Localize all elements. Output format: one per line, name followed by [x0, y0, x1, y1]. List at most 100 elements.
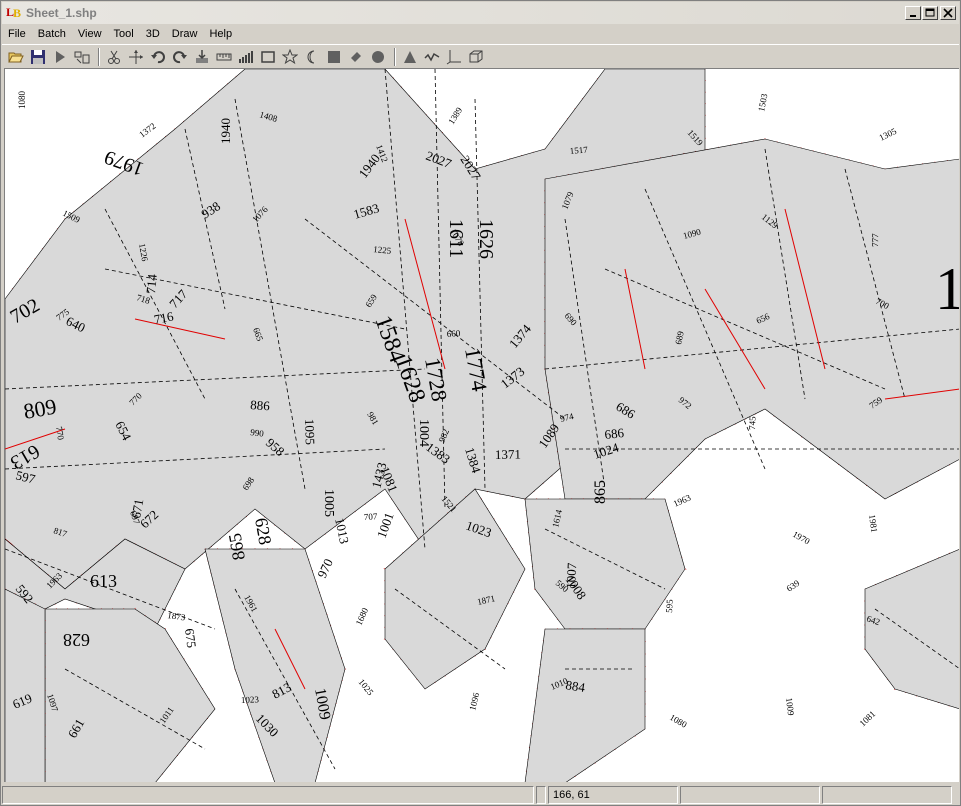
undo-icon — [151, 50, 165, 63]
fold-label: 1013 — [332, 517, 352, 546]
fold-label: 777 — [870, 233, 880, 247]
maximize-icon — [925, 8, 935, 17]
cube-icon — [469, 50, 483, 62]
ruler-icon — [216, 53, 232, 60]
fold-label: 745 — [747, 416, 757, 430]
filled-square-icon — [328, 50, 340, 63]
pattern-piece-face — [524, 628, 646, 782]
fold-label: 1873 — [167, 610, 187, 622]
moon-icon — [307, 50, 315, 63]
status-pane-message — [2, 786, 534, 804]
pencil-button[interactable] — [346, 47, 366, 67]
status-pane-small — [536, 786, 546, 804]
moon-button[interactable] — [302, 47, 322, 67]
menu-help[interactable]: Help — [203, 28, 238, 40]
fill-button[interactable] — [324, 47, 344, 67]
open-button[interactable] — [6, 47, 26, 67]
redo-button[interactable] — [170, 47, 190, 67]
fold-label: 1081 — [857, 709, 877, 729]
fold-label: 1626 — [475, 219, 497, 259]
fold-label: 1080 — [17, 91, 27, 110]
menu-bar: File Batch View Tool 3D Draw Help — [2, 24, 959, 43]
fold-label: 886 — [250, 397, 271, 413]
play-icon — [56, 50, 65, 63]
rectangle-icon — [261, 50, 275, 63]
move-button[interactable] — [126, 47, 146, 67]
pattern-piece-face — [204, 548, 346, 782]
maximize-button[interactable] — [922, 6, 938, 20]
app-logo-icon: L B — [6, 5, 22, 21]
menu-batch[interactable]: Batch — [32, 28, 72, 40]
bar-chart-button[interactable] — [236, 47, 256, 67]
layout-icon — [74, 51, 90, 63]
minimize-button[interactable] — [905, 6, 921, 20]
fold-label: 628 — [63, 630, 90, 650]
fold-label: 1680 — [354, 606, 371, 627]
fold-label: 1023 — [241, 694, 260, 705]
import-icon — [196, 49, 208, 63]
fold-label: 990 — [250, 427, 265, 439]
play-button[interactable] — [50, 47, 70, 67]
wave-button[interactable] — [422, 47, 442, 67]
fold-label: 865 — [592, 480, 609, 504]
unfolded-pattern-drawing[interactable]: 158416281728 17741611 16261979702809613613… — [5, 69, 959, 782]
fold-label: 1095 — [302, 419, 318, 446]
axes-button[interactable] — [444, 47, 464, 67]
fold-label: 714 — [143, 273, 160, 294]
fold-label: 1305 — [877, 126, 898, 143]
undo-button[interactable] — [148, 47, 168, 67]
menu-3d[interactable]: 3D — [140, 28, 166, 40]
menu-file[interactable]: File — [2, 28, 32, 40]
drawing-canvas[interactable]: 1584 1628 1728 1774 1611 1626 1979 702 809 613 613… — [4, 68, 959, 782]
fold-label: 1025 — [356, 677, 375, 698]
pattern-piece-face — [864, 549, 959, 710]
save-button[interactable] — [28, 47, 48, 67]
fold-label: 660 — [446, 328, 461, 339]
fold-label: 675 — [182, 628, 199, 649]
layout-button[interactable] — [72, 47, 92, 67]
pattern-piece-face — [5, 588, 46, 782]
close-icon — [943, 8, 953, 18]
fold-label: 1372 — [137, 121, 157, 140]
toolbar-separator — [98, 47, 100, 66]
menu-tool[interactable]: Tool — [108, 28, 140, 40]
cut-button[interactable] — [104, 47, 124, 67]
fold-label: 1080 — [668, 712, 689, 730]
wave-icon — [424, 52, 440, 62]
triangle-button[interactable] — [400, 47, 420, 67]
menu-view[interactable]: View — [72, 28, 108, 40]
app-window: L B Sheet_1.shp File Batch View Tool 3D … — [0, 0, 961, 806]
rectangle-button[interactable] — [258, 47, 278, 67]
title-bar[interactable]: L B Sheet_1.shp — [2, 2, 959, 24]
bar-chart-icon — [239, 50, 253, 63]
circle-icon — [372, 50, 384, 63]
star-icon — [282, 48, 298, 64]
fold-label: 595 — [664, 599, 675, 614]
import-button[interactable] — [192, 47, 212, 67]
pencil-icon — [351, 51, 361, 62]
cube-button[interactable] — [466, 47, 486, 67]
status-pane-last — [822, 786, 952, 804]
fold-label: 1371 — [495, 447, 521, 462]
triangle-icon — [404, 50, 416, 63]
status-coordinates: 166, 61 — [548, 786, 678, 804]
ruler-button[interactable] — [214, 47, 234, 67]
move-icon — [129, 49, 143, 64]
circle-button[interactable] — [368, 47, 388, 67]
fold-label: 1389 — [446, 105, 464, 126]
pattern-piece-face — [524, 498, 686, 630]
open-folder-icon — [8, 52, 24, 62]
fold-label: 1970 — [791, 529, 812, 547]
toolbar — [2, 44, 959, 68]
fold-label: 613 — [90, 571, 117, 591]
fold-label: 1005 — [321, 489, 336, 517]
menu-draw[interactable]: Draw — [166, 28, 204, 40]
fold-label: 1133 — [935, 256, 959, 322]
fold-label: 707 — [364, 511, 379, 522]
star-button[interactable] — [280, 47, 300, 67]
minimize-icon — [910, 15, 916, 17]
app-logo-letter-b: B — [13, 6, 22, 20]
close-button[interactable] — [940, 6, 956, 20]
fold-label: 1503 — [756, 92, 769, 112]
fold-label: 628 — [251, 516, 275, 546]
